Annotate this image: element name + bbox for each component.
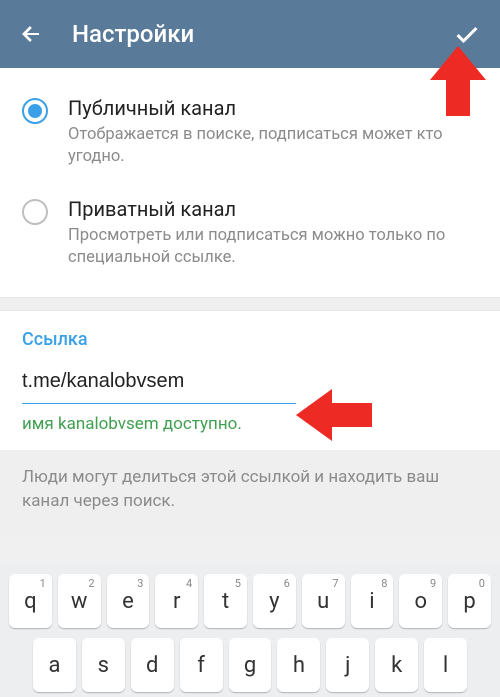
key-w[interactable]: w2 [58,574,101,628]
key-f[interactable]: f [180,638,223,692]
radio-text-block: Публичный канал Отображается в поиске, п… [68,96,478,169]
channel-type-group: Публичный канал Отображается в поиске, п… [0,68,500,297]
key-hint: 4 [186,577,192,590]
key-y[interactable]: y6 [253,574,296,628]
key-j[interactable]: j [326,638,369,692]
key-t[interactable]: t5 [204,574,247,628]
radio-indicator-selected [22,98,48,124]
private-channel-desc: Просмотреть или подписаться можно только… [68,225,478,270]
key-h[interactable]: h [277,638,320,692]
radio-dot-icon [28,104,42,118]
key-hint: 1 [40,577,46,590]
key-a[interactable]: a [33,638,76,692]
public-channel-desc: Отображается в поиске, подписаться может… [68,124,478,169]
section-divider [0,297,500,311]
key-q[interactable]: q1 [9,574,52,628]
key-hint: 0 [479,577,485,590]
link-label: Ссылка [22,329,478,350]
radio-indicator-unselected [22,199,48,225]
keyboard-row-2: asdfghjkl [4,633,496,697]
key-s[interactable]: s [82,638,125,692]
key-hint: 6 [284,577,290,590]
radio-text-block: Приватный канал Просмотреть или подписат… [68,197,478,270]
key-hint: 9 [430,577,436,590]
key-i[interactable]: i8 [351,574,394,628]
availability-status: имя kanalobvsem доступно. [22,414,478,434]
content-area: Публичный канал Отображается в поиске, п… [0,68,500,297]
link-hint: Люди могут делиться этой ссылкой и наход… [0,450,500,536]
public-channel-title: Публичный канал [68,96,478,120]
key-hint: 3 [137,577,143,590]
key-l[interactable]: l [424,638,467,692]
key-hint: 5 [235,577,241,590]
app-header: Настройки [0,0,500,68]
confirm-button[interactable] [452,19,482,49]
keyboard-row-1: q1w2e3r4t5y6u7i8o9p0 [4,569,496,633]
key-hint: 2 [88,577,94,590]
radio-private-channel[interactable]: Приватный канал Просмотреть или подписат… [22,187,478,288]
key-hint: 8 [381,577,387,590]
key-r[interactable]: r4 [155,574,198,628]
key-k[interactable]: k [375,638,418,692]
private-channel-title: Приватный канал [68,197,478,221]
back-arrow-icon [19,22,43,46]
key-d[interactable]: d [131,638,174,692]
check-icon [453,20,481,48]
page-title: Настройки [72,20,452,48]
key-hint: 7 [332,577,338,590]
key-e[interactable]: e3 [107,574,150,628]
link-section: Ссылка имя kanalobvsem доступно. [0,311,500,450]
soft-keyboard: q1w2e3r4t5y6u7i8o9p0 asdfghjkl [0,563,500,697]
key-g[interactable]: g [229,638,272,692]
key-p[interactable]: p0 [448,574,491,628]
back-button[interactable] [18,21,44,47]
radio-public-channel[interactable]: Публичный канал Отображается в поиске, п… [22,86,478,187]
channel-link-input[interactable] [22,364,296,404]
key-u[interactable]: u7 [302,574,345,628]
key-o[interactable]: o9 [399,574,442,628]
